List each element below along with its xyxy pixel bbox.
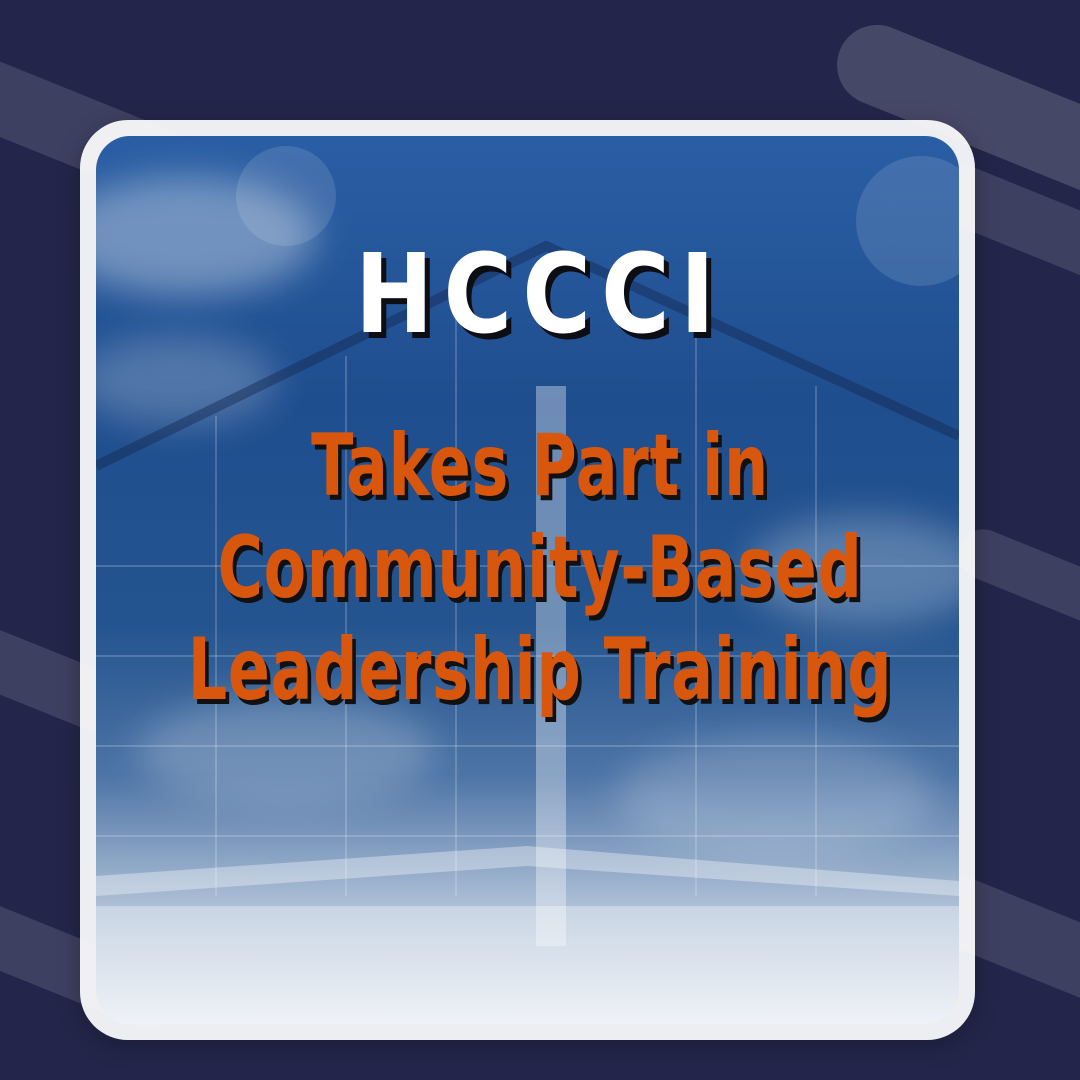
- headline-subtitle: Takes Part in Community-Based Leadership…: [151, 415, 929, 721]
- brand-title: HCCCI: [355, 230, 725, 358]
- subtitle-line: Community-Based: [217, 518, 863, 618]
- subtitle-line: Takes Part in: [311, 416, 769, 516]
- subtitle-line: Leadership Training: [187, 620, 893, 720]
- post-canvas: HCCCI Takes Part in Community-Based Lead…: [0, 0, 1080, 1080]
